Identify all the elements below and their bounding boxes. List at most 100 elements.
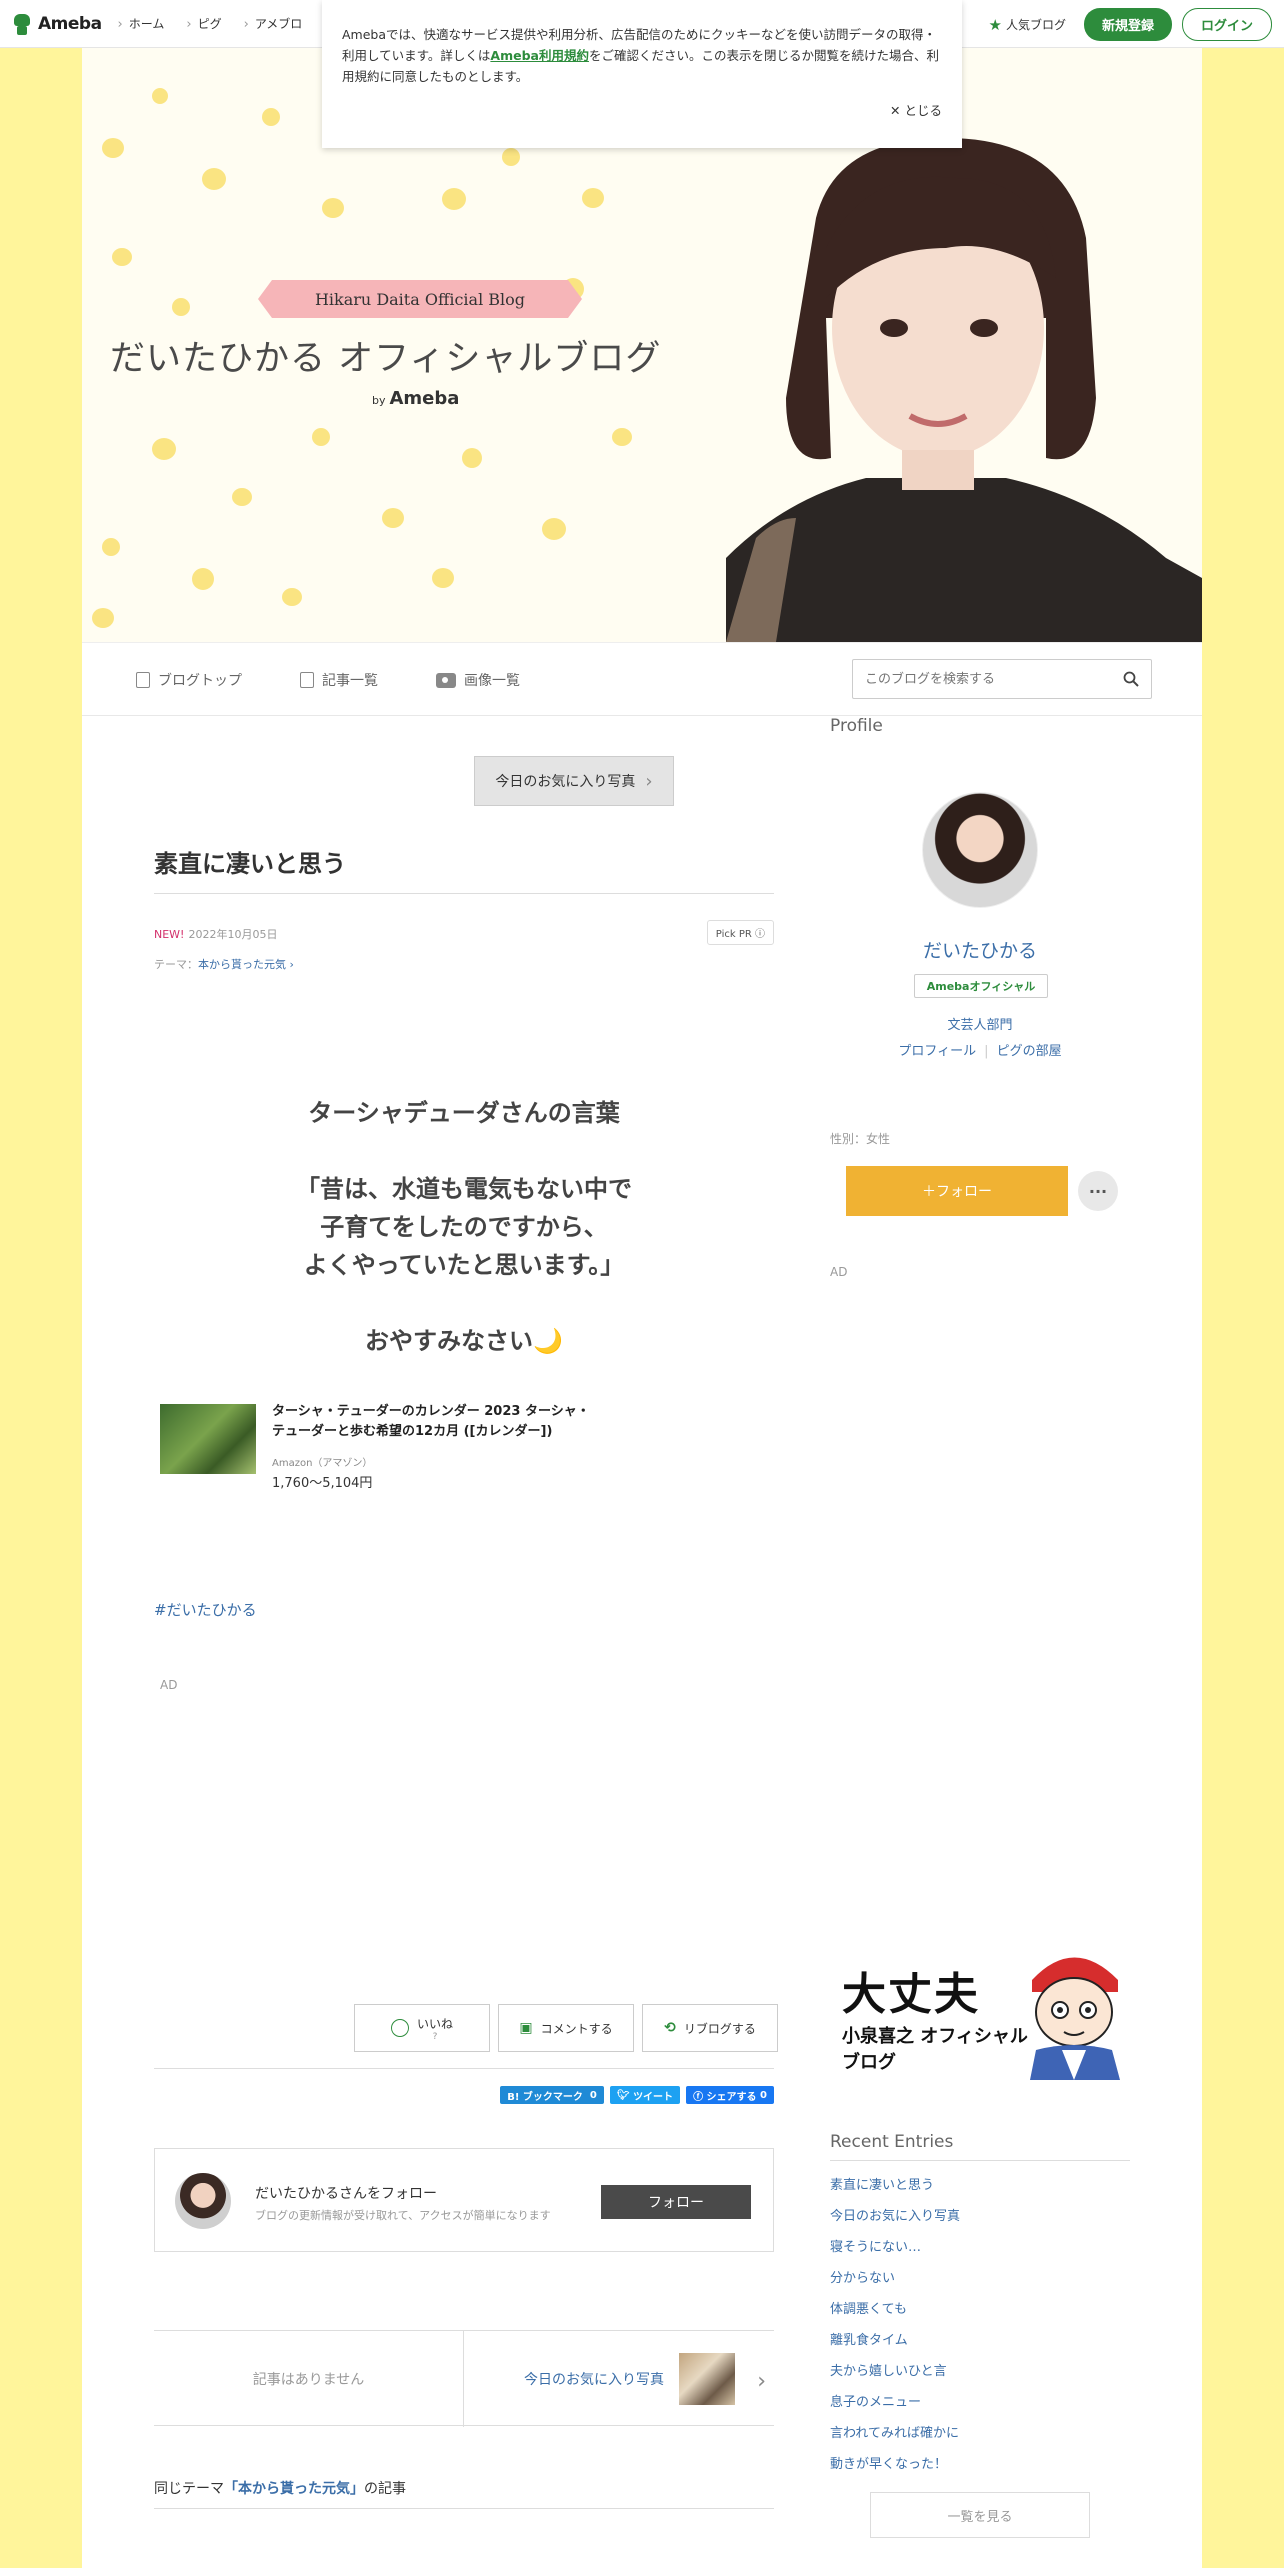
body-line — [154, 1284, 774, 1322]
category-link[interactable]: 文芸人部門 — [830, 1014, 1130, 1033]
nav-amebro[interactable]: アメブロ — [244, 15, 302, 32]
new-badge: NEW! — [154, 928, 185, 941]
comment-label: コメントする — [540, 2021, 613, 2036]
pick-pr-button[interactable]: Pick PR ⓘ — [706, 920, 774, 945]
tweet-button[interactable]: 🐦︎ ツイート — [609, 2086, 681, 2104]
nav-article-list[interactable]: 記事一覧 — [300, 670, 378, 690]
reblog-icon: ⟲ — [664, 2020, 676, 2036]
recent-entry[interactable]: 体調悪くても — [830, 2298, 1130, 2329]
ameba-logo-icon — [12, 12, 32, 36]
ameba-wordmark: Ameba — [389, 388, 460, 409]
facebook-share-button[interactable]: ⓕ シェアする 0 — [686, 2086, 774, 2104]
chevron-right-icon: › — [289, 958, 294, 971]
gender-text: 性別：女性 — [830, 1132, 891, 1146]
copy-icon — [300, 672, 314, 688]
body-line: 「昔は、水道も電気もない中で — [296, 1175, 632, 1203]
by-ameba: by Ameba — [372, 388, 459, 409]
profile-name[interactable]: だいたひかる — [830, 936, 1130, 963]
popular-label: 人気ブログ — [1005, 18, 1066, 32]
like-text: いいね? — [416, 2016, 453, 2042]
product-image[interactable] — [160, 1404, 256, 1474]
reblog-label: リブログする — [683, 2021, 756, 2036]
register-button[interactable]: 新規登録 — [1083, 8, 1172, 41]
info-icon: ⓘ — [755, 929, 765, 940]
blog-banner[interactable]: 大丈夫 小泉喜之 オフィシャルブログ — [836, 1934, 1132, 2084]
nav-blog-top[interactable]: ブログトップ — [136, 670, 242, 690]
recent-entry[interactable]: 息子のメニュー — [830, 2391, 1130, 2422]
sidebar-follow-button[interactable]: ＋フォロー — [846, 1166, 1068, 1216]
profile-heading: Profile — [830, 716, 883, 736]
post-date: NEW! 2022年10月05日 — [154, 926, 277, 942]
recent-entry[interactable]: 夫から嬉しいひと言 — [830, 2360, 1130, 2391]
nav-home[interactable]: ホーム — [118, 15, 165, 32]
pick-pr-label: Pick PR — [715, 929, 752, 940]
follow-title: だいたひかるさんをフォロー — [255, 2186, 437, 2202]
blog-title: だいたひかる オフィシャルブログ — [110, 339, 662, 379]
follow-description: ブログの更新情報が受け取れて、アクセスが簡単になります — [255, 2209, 551, 2222]
hatena-count: 0 — [589, 2089, 597, 2101]
post-date-text: 2022年10月05日 — [188, 928, 278, 941]
recent-entry[interactable]: 分からない — [830, 2267, 1130, 2298]
blogger-portrait — [726, 138, 1202, 642]
body-line: おやすみなさい🌙 — [365, 1327, 563, 1355]
like-button[interactable]: いいね? — [354, 2004, 490, 2052]
nav-image-list-label: 画像一覧 — [464, 673, 520, 689]
next-article-thumbnail[interactable] — [679, 2353, 735, 2405]
recent-entry[interactable]: 寝そうにない… — [830, 2236, 1130, 2267]
official-badge[interactable]: Amebaオフィシャル — [914, 974, 1048, 998]
twitter-icon: 🐦︎ — [616, 2089, 630, 2101]
nav-article-list-label: 記事一覧 — [322, 673, 378, 689]
nav-image-list[interactable]: 画像一覧 — [436, 670, 520, 690]
hatena-bookmark-button[interactable]: B! ブックマーク 0 — [500, 2086, 604, 2104]
more-options-button[interactable]: ··· — [1078, 1171, 1118, 1211]
search-icon[interactable] — [1123, 671, 1139, 687]
facebook-icon: ⓕ — [693, 2091, 704, 2103]
hashtag-link[interactable]: #だいたひかる — [154, 1599, 257, 1620]
follow-button[interactable]: フォロー — [601, 2185, 751, 2219]
post-body: ターシャデューダさんの言葉 「昔は、水道も電気もない中で 子育てをしたのですから… — [154, 1094, 774, 1360]
like-count: ? — [432, 2031, 438, 2042]
chevron-right-icon: › — [645, 770, 653, 792]
ameba-logo[interactable]: Ameba — [12, 12, 102, 36]
body-line: 子育てをしたのですから、 — [320, 1213, 608, 1241]
pig-room-link[interactable]: ピグの部屋 — [997, 1044, 1062, 1059]
same-theme-heading: 同じテーマ「本から貰った元気」の記事 — [154, 2478, 774, 2509]
favorite-photo-button[interactable]: 今日のお気に入り写真 › — [474, 756, 674, 806]
fb-count: 0 — [760, 2089, 767, 2101]
smile-icon — [390, 2019, 409, 2037]
see-all-button[interactable]: 一覧を見る — [870, 2492, 1090, 2538]
login-button[interactable]: ログイン — [1181, 8, 1272, 41]
recent-entry[interactable]: 素直に凄いと思う — [830, 2174, 1130, 2205]
same-theme-link[interactable]: 「本から貰った元気」 — [224, 2481, 364, 2497]
sidebar: Profile だいたひかる Amebaオフィシャル 文芸人部門 プロフィール |… — [830, 716, 1132, 2538]
recent-entry[interactable]: 動きが早くなった！ — [830, 2453, 1130, 2484]
product-source: Amazon（アマゾン） — [272, 1458, 373, 1469]
post-title[interactable]: 素直に凄いと思う — [154, 844, 774, 894]
recent-entry[interactable]: 言われてみれば確かに — [830, 2422, 1130, 2453]
banner-title: 大丈夫 — [842, 1969, 980, 2020]
amazon-product-card[interactable]: ターシャ・テューダーのカレンダー 2023 ターシャ・テューダーと歩む希望の12… — [160, 1402, 770, 1492]
next-article-link[interactable]: 今日のお気に入り写真 — [524, 2369, 664, 2389]
terms-link[interactable]: Ameba利用規約 — [490, 48, 589, 63]
popular-blog-link[interactable]: ★ 人気ブログ — [989, 16, 1066, 34]
chevron-right-icon[interactable]: › — [757, 2369, 766, 2394]
theme-link[interactable]: 本から貰った元気 — [198, 958, 286, 971]
logo-text: Ameba — [38, 13, 102, 34]
product-title[interactable]: ターシャ・テューダーのカレンダー 2023 ターシャ・テューダーと歩む希望の12… — [272, 1402, 602, 1442]
cookie-close-button[interactable]: ✕ とじる — [890, 100, 942, 121]
profile-avatar[interactable] — [922, 792, 1038, 908]
favorite-photo-label: 今日のお気に入り写真 — [495, 774, 636, 790]
article-pager: 記事はありません 今日のお気に入り写真 › — [154, 2330, 774, 2427]
recent-entry[interactable]: 離乳食タイム — [830, 2329, 1130, 2360]
search-input[interactable] — [853, 660, 1103, 698]
comment-button[interactable]: ▣ コメントする — [498, 2004, 634, 2052]
header-actions: ★ 人気ブログ 新規登録 ログイン — [989, 8, 1272, 41]
follow-card: だいたひかるさんをフォロー ブログの更新情報が受け取れて、アクセスが簡単になりま… — [154, 2148, 774, 2252]
close-label: とじる — [904, 103, 942, 118]
nav-pig[interactable]: ピグ — [186, 15, 222, 32]
reblog-button[interactable]: ⟲ リブログする — [642, 2004, 778, 2052]
ad-label: AD — [160, 1678, 178, 1692]
theme-label: テーマ： — [154, 958, 198, 971]
profile-link[interactable]: プロフィール — [898, 1044, 976, 1059]
recent-entry[interactable]: 今日のお気に入り写真 — [830, 2205, 1130, 2236]
